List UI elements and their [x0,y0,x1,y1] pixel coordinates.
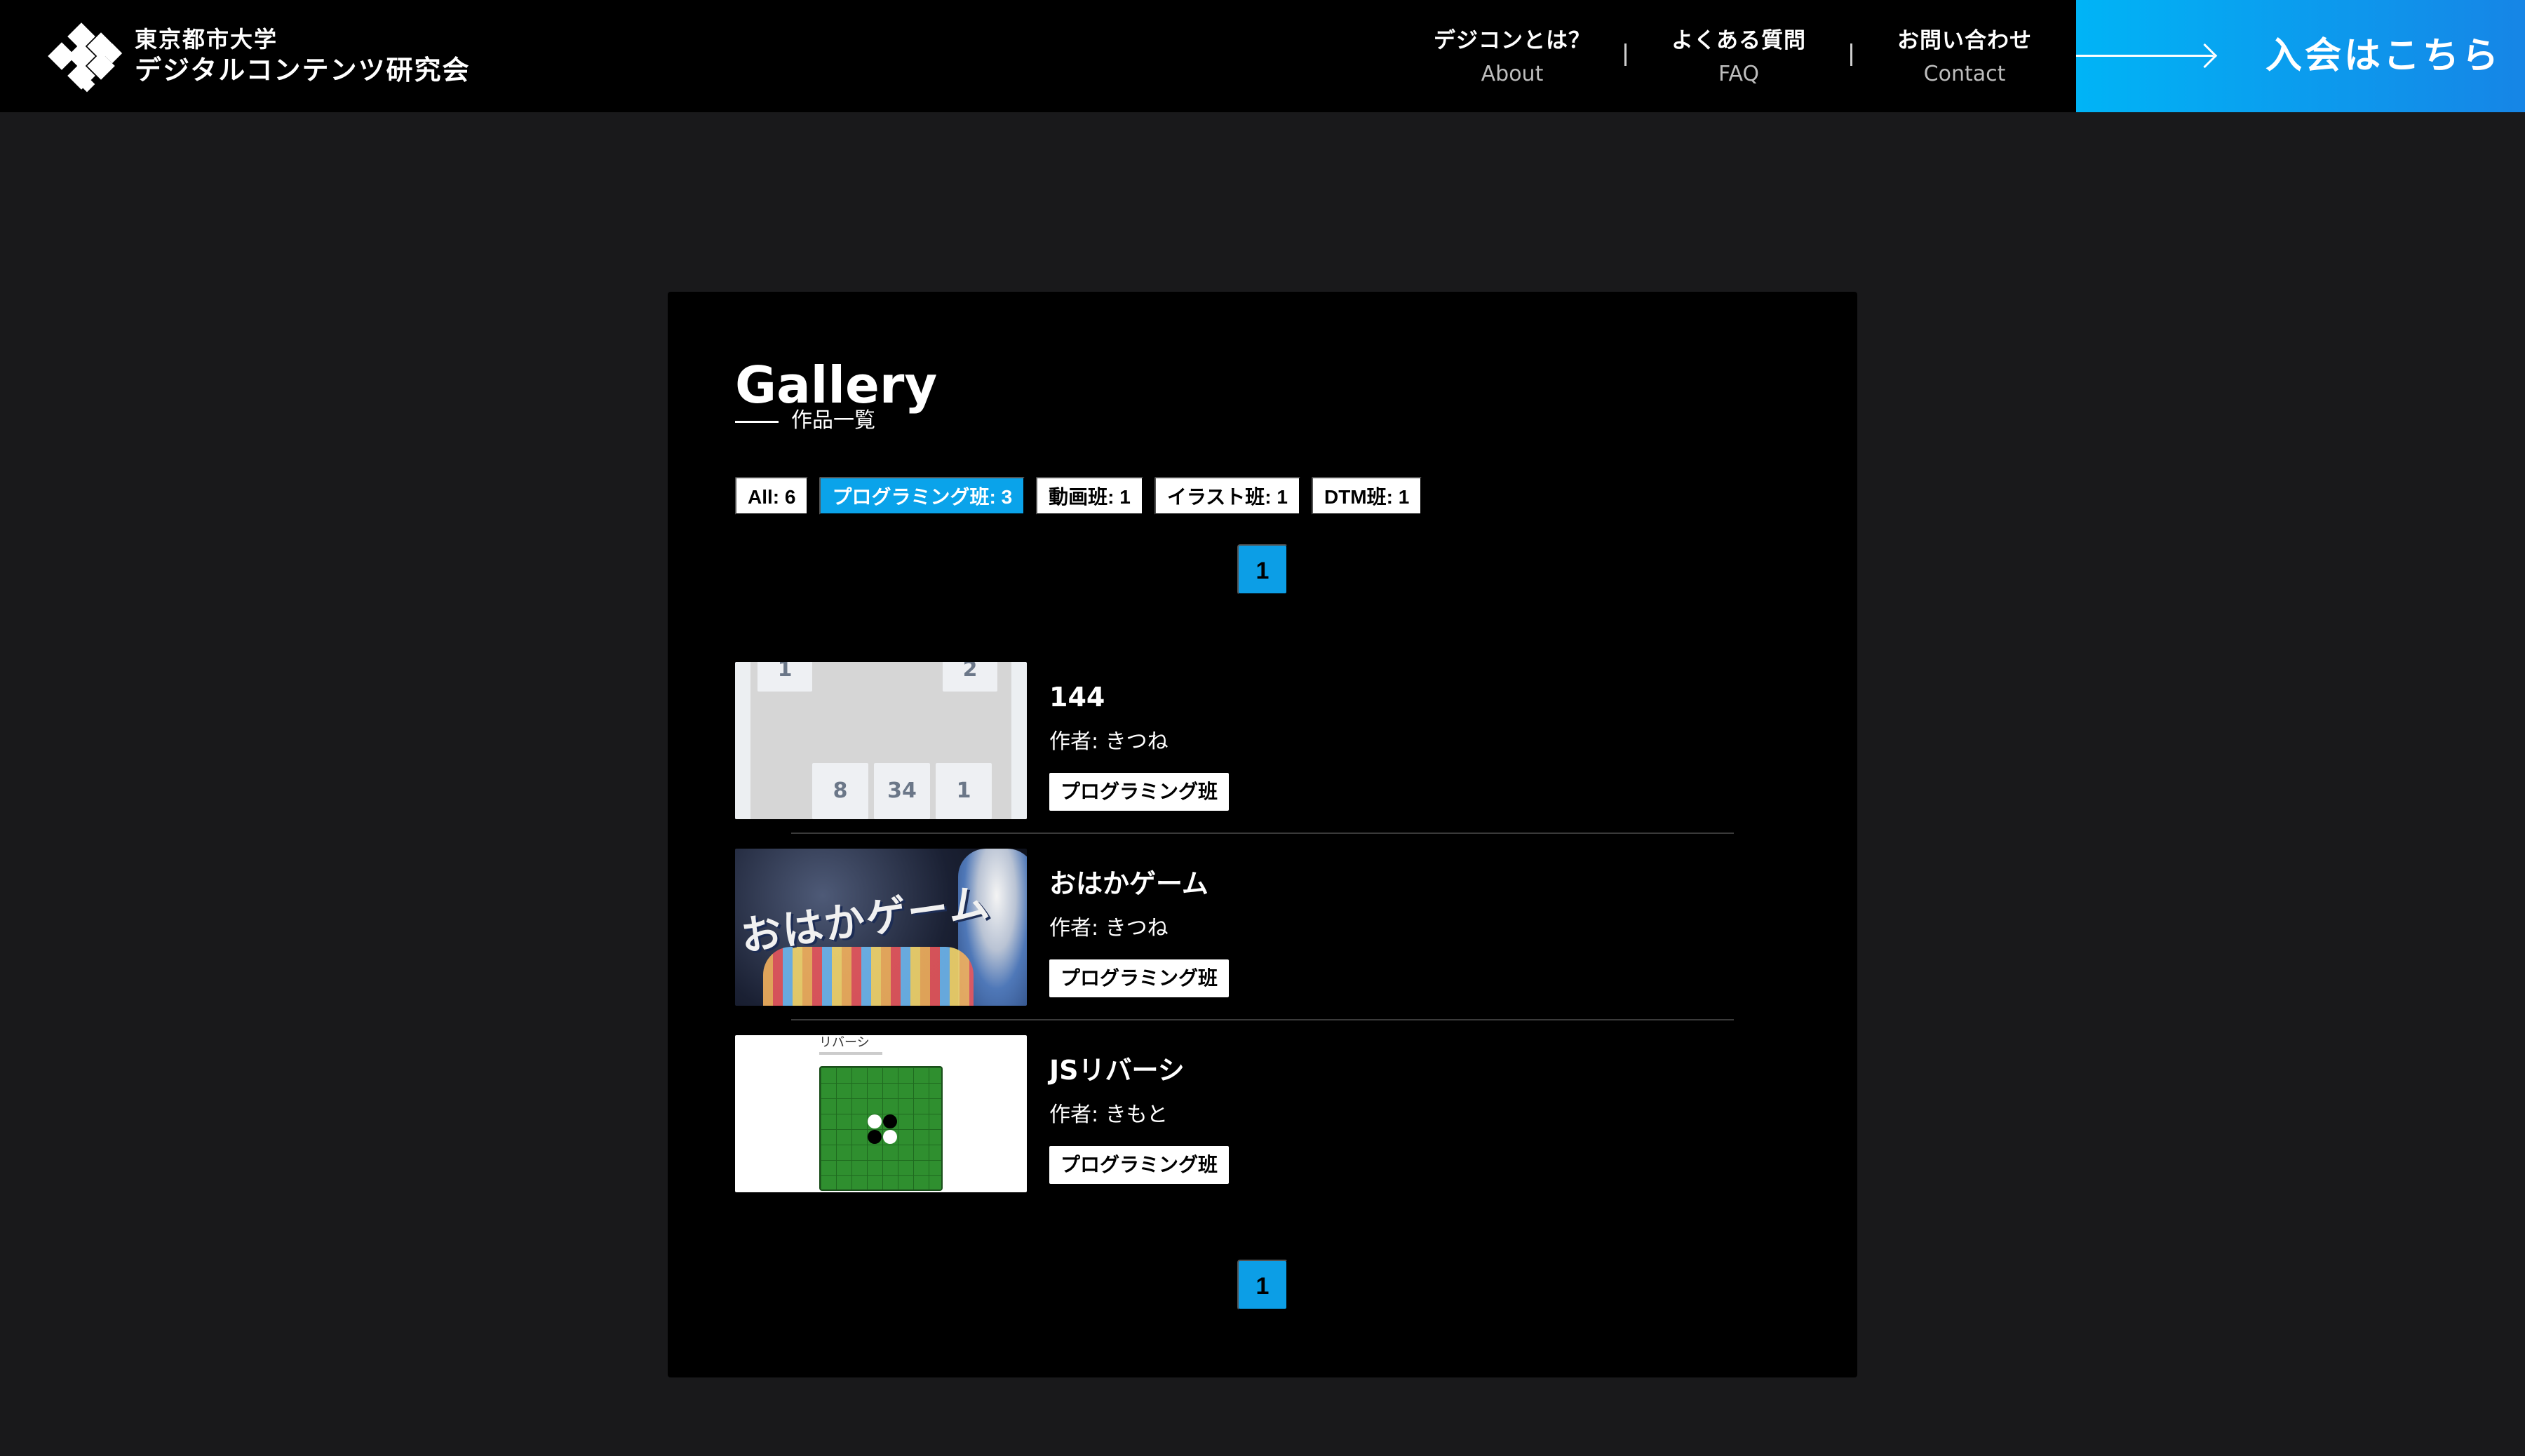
filter-video[interactable]: 動画班: 1 [1036,477,1143,515]
subtitle-rule [735,421,779,423]
logo-diamond-icon [43,20,125,93]
white-stone [883,1130,897,1144]
join-button[interactable]: 入会はこちら [2076,0,2525,112]
black-stone [883,1114,897,1128]
work-author: 作者: きつね [1049,729,1169,754]
logo-university: 東京都市大学 [135,26,278,53]
crowd-illustration [763,947,974,1006]
gallery-panel: Gallery 作品一覧 All: 6 プログラミング班: 3 動画班: 1 イ… [668,292,1857,1377]
thumb-tile: 34 [874,763,930,819]
work-item[interactable]: リバーシ JSリバーシ 作者: きもと プログラミング班 [735,1035,1734,1192]
thumb-tile: 1 [936,763,992,819]
nav-faq-en: FAQ [1718,62,1760,86]
thumb-caption: リバーシ [819,1035,870,1050]
work-title[interactable]: JSリバーシ [1049,1053,1185,1087]
nav-contact-en: Contact [1923,62,2006,86]
black-stone [868,1130,882,1144]
thumb-tile: 8 [812,763,868,819]
arrow-right-icon [2076,55,2214,57]
work-item[interactable]: おはかゲーム おはかゲーム 作者: きつね プログラミング班 [735,849,1734,1006]
work-thumbnail[interactable]: おはかゲーム [735,849,1027,1006]
nav-separator [1624,43,1627,66]
nav-about[interactable]: デジコンとは？ About [1425,25,1600,88]
pagination-page-top[interactable]: 1 [1237,544,1288,595]
category-filters: All: 6 プログラミング班: 3 動画班: 1 イラスト班: 1 DTM班:… [735,477,1422,515]
work-author: 作者: きもと [1049,1103,1169,1127]
join-label: 入会はこちら [2265,35,2502,77]
site-header: 東京都市大学 デジタルコンテンツ研究会 デジコンとは？ About よくある質問… [0,0,2525,112]
thumb-tile: 1 [758,662,812,692]
nav-contact[interactable]: お問い合わせ Contact [1877,25,2052,88]
work-item[interactable]: 1 2 8 34 1 144 作者: きつね プログラミング班 [735,662,1734,819]
filter-illustration[interactable]: イラスト班: 1 [1154,477,1300,515]
nav-about-en: About [1481,62,1544,86]
work-thumbnail[interactable]: 1 2 8 34 1 [735,662,1027,819]
nav-contact-jp: お問い合わせ [1897,28,2032,53]
work-title[interactable]: おはかゲーム [1049,867,1208,901]
reversi-board [819,1066,943,1191]
work-title[interactable]: 144 [1049,680,1105,714]
nav-about-jp: デジコンとは？ [1434,28,1591,53]
work-category-tag: プログラミング班 [1049,1146,1230,1184]
nav-separator [1850,43,1852,66]
thumb-caption-subline [819,1052,882,1055]
work-divider [791,833,1734,834]
work-divider [791,1019,1734,1020]
work-author: 作者: きつね [1049,916,1169,941]
filter-dtm[interactable]: DTM班: 1 [1311,477,1422,515]
white-stone [868,1114,882,1128]
work-category-tag: プログラミング班 [1049,959,1230,997]
page-subtitle: 作品一覧 [791,408,875,433]
work-thumbnail[interactable]: リバーシ [735,1035,1027,1192]
nav-faq-jp: よくある質問 [1671,28,1806,53]
nav-faq[interactable]: よくある質問 FAQ [1651,25,1826,88]
filter-all[interactable]: All: 6 [735,477,809,515]
site-logo[interactable]: 東京都市大学 デジタルコンテンツ研究会 [43,20,470,93]
pagination-page-bottom[interactable]: 1 [1237,1260,1288,1310]
filter-programming[interactable]: プログラミング班: 3 [819,477,1025,515]
thumb-tile: 2 [943,662,997,692]
logo-club-name: デジタルコンテンツ研究会 [135,55,471,86]
work-category-tag: プログラミング班 [1049,773,1230,811]
